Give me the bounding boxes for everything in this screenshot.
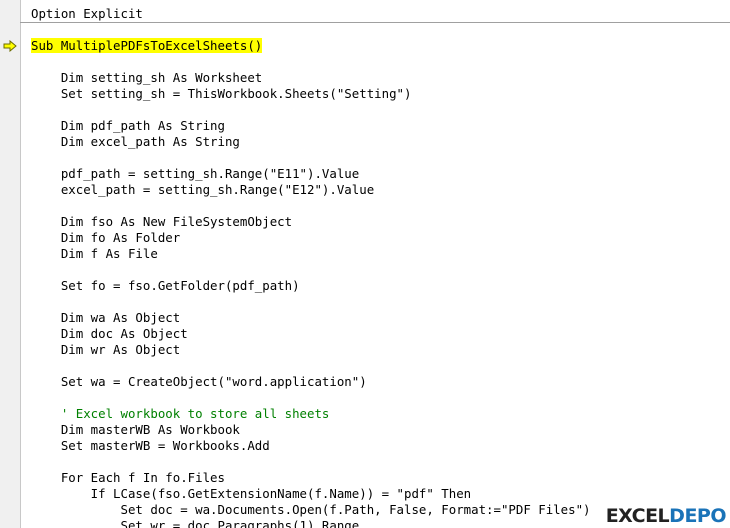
code-comment-line[interactable]: ' Excel workbook to store all sheets	[31, 406, 330, 422]
code-line[interactable]: Dim masterWB As Workbook	[31, 422, 240, 438]
code-line[interactable]: Dim pdf_path As String	[31, 118, 225, 134]
code-line[interactable]: Option Explicit	[31, 6, 143, 22]
code-line[interactable]: Set doc = wa.Documents.Open(f.Path, Fals…	[31, 502, 591, 518]
code-line[interactable]: excel_path = setting_sh.Range("E12").Val…	[31, 182, 374, 198]
code-line[interactable]: pdf_path = setting_sh.Range("E11").Value	[31, 166, 359, 182]
code-line[interactable]: If LCase(fso.GetExtensionName(f.Name)) =…	[31, 486, 471, 502]
code-area[interactable]: Option Explicit Sub MultiplePDFsToExcelSh…	[31, 0, 730, 528]
code-line[interactable]: Dim doc As Object	[31, 326, 188, 342]
code-line[interactable]: Set setting_sh = ThisWorkbook.Sheets("Se…	[31, 86, 412, 102]
arrow-right-icon	[3, 40, 17, 52]
code-line[interactable]: Dim wa As Object	[31, 310, 180, 326]
margin-indicator-bar[interactable]	[0, 0, 21, 528]
code-line[interactable]: Set wr = doc.Paragraphs(1).Range	[31, 518, 360, 528]
code-line[interactable]: Set fo = fso.GetFolder(pdf_path)	[31, 278, 300, 294]
watermark-text-excel: EXCEL	[605, 505, 670, 527]
current-execution-line[interactable]: Sub MultiplePDFsToExcelSheets()	[31, 38, 263, 54]
code-line[interactable]: Dim setting_sh As Worksheet	[31, 70, 262, 86]
watermark-logo: EXCEL DEPO	[603, 504, 728, 528]
code-line[interactable]: Set masterWB = Workbooks.Add	[31, 438, 270, 454]
code-line[interactable]: Dim excel_path As String	[31, 134, 240, 150]
code-line[interactable]: Set wa = CreateObject("word.application"…	[31, 374, 367, 390]
code-line[interactable]: Dim fo As Folder	[31, 230, 180, 246]
code-line[interactable]: For Each f In fo.Files	[31, 470, 225, 486]
vba-code-editor[interactable]: Option Explicit Sub MultiplePDFsToExcelSh…	[0, 0, 730, 528]
execution-highlight: Sub MultiplePDFsToExcelSheets()	[31, 38, 263, 53]
code-line[interactable]: Dim fso As New FileSystemObject	[31, 214, 292, 230]
code-line[interactable]: Dim f As File	[31, 246, 158, 262]
watermark-text-depo: DEPO	[669, 505, 726, 527]
code-line[interactable]: Dim wr As Object	[31, 342, 180, 358]
